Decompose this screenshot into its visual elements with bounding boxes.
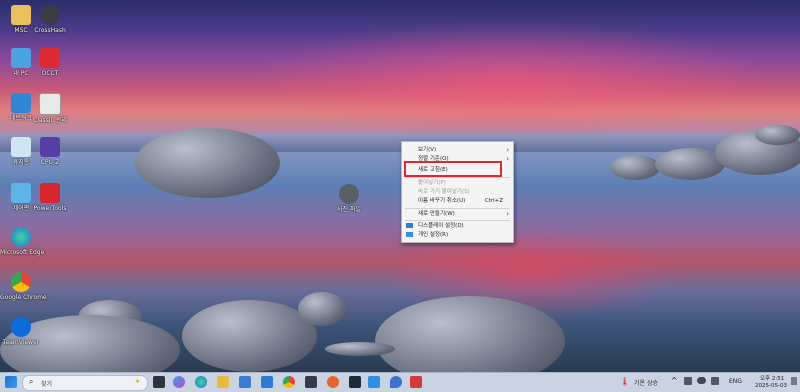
edge-icon xyxy=(11,227,31,247)
search-icon: ⌕ xyxy=(29,377,34,386)
chevron-right-icon: › xyxy=(506,210,509,218)
clock-date[interactable]: 2025-05-03 xyxy=(755,383,787,389)
notification-icon[interactable] xyxy=(791,377,797,385)
chevron-right-icon: › xyxy=(506,155,509,163)
crosshash-icon xyxy=(40,5,60,25)
rock-small xyxy=(298,292,346,326)
rock-right-1 xyxy=(610,155,660,180)
powertools-icon xyxy=(40,183,60,203)
chrome-icon xyxy=(11,272,31,292)
file-explorer-icon[interactable] xyxy=(217,376,229,388)
desktop-icon-teamviewer[interactable]: TeamViewer xyxy=(0,317,42,346)
edge-taskbar-icon[interactable] xyxy=(195,376,207,388)
display-icon xyxy=(406,223,413,228)
weather-text[interactable]: 기온 상승 xyxy=(634,378,658,387)
menu-item-undo-rename[interactable]: 이름 바꾸기 취소(U) Ctrl+Z xyxy=(402,196,513,206)
network-tray-icon[interactable] xyxy=(684,377,692,385)
app-dark-icon[interactable] xyxy=(349,376,361,388)
menu-item-personalize[interactable]: 개인 설정(R) xyxy=(402,230,513,240)
desktop-icon-occt[interactable]: OCCT xyxy=(29,48,71,77)
task-view-icon[interactable] xyxy=(153,376,165,388)
rock-center xyxy=(182,300,317,372)
copilot-icon[interactable] xyxy=(173,376,185,388)
teamviewer-icon xyxy=(11,317,31,337)
desktop-icon-powertools[interactable]: PowerTools xyxy=(29,183,71,212)
app-blue-icon[interactable] xyxy=(368,376,380,388)
store-icon[interactable] xyxy=(239,376,251,388)
cpuz-icon xyxy=(40,137,60,157)
desktop-icon-classic[interactable]: Classic 관리 xyxy=(29,93,71,124)
search-placeholder: 찾기 xyxy=(41,381,53,388)
desktop-file-photo[interactable]: 사진 파일 xyxy=(328,184,370,213)
highlight-box xyxy=(404,161,502,177)
taskbar: ⌕ 찾기 ✦ 🌡 기온 상승 ^ ENG 오후 2:51 2025-05-03 xyxy=(0,372,800,392)
personalize-icon xyxy=(406,232,413,237)
context-menu: 보기(V) › 정렬 기준(O) › 새로 고침(E) 붙여넣기(P) 바로 가… xyxy=(401,141,514,243)
desktop-icon-cpuz[interactable]: CPU-Z xyxy=(29,137,71,166)
language-indicator[interactable]: ENG xyxy=(729,378,742,385)
network-icon xyxy=(11,93,31,113)
mail-icon[interactable] xyxy=(261,376,273,388)
search-highlight-icon: ✦ xyxy=(134,377,141,386)
windows-start-icon[interactable] xyxy=(5,376,17,388)
menu-item-new[interactable]: 새로 만들기(W) › xyxy=(402,209,513,219)
recycle-bin-icon xyxy=(11,137,31,157)
rock-flat xyxy=(325,342,395,356)
classic-manager-icon xyxy=(39,93,61,115)
weather-icon[interactable]: 🌡 xyxy=(620,377,630,386)
rock-right-4 xyxy=(755,125,800,145)
cloud-tray-icon[interactable] xyxy=(697,377,706,384)
clock-time[interactable]: 오후 2:51 xyxy=(760,374,784,382)
terminal-icon[interactable] xyxy=(305,376,317,388)
camera-icon xyxy=(339,184,359,204)
tray-chevron-icon[interactable]: ^ xyxy=(671,376,678,385)
rock-island xyxy=(135,128,280,198)
user-folder-icon xyxy=(11,5,31,25)
speaker-tray-icon[interactable] xyxy=(711,377,719,385)
desktop-icon-edge[interactable]: Microsoft Edge xyxy=(0,227,44,256)
app-orange-icon[interactable] xyxy=(327,376,339,388)
chrome-taskbar-icon[interactable] xyxy=(283,376,295,388)
app-drop-icon[interactable] xyxy=(390,376,402,388)
search-box[interactable]: ⌕ 찾기 ✦ xyxy=(22,375,148,391)
control-panel-icon xyxy=(11,183,31,203)
desktop-icon-chrome[interactable]: Google Chrome xyxy=(0,272,47,301)
desktop-wallpaper[interactable]: MSC 내 PC 네트워크 휴지통 제어판 Microsoft Edge Goo… xyxy=(0,0,800,372)
app-red-icon[interactable] xyxy=(410,376,422,388)
occt-icon xyxy=(40,48,60,68)
desktop-icon-crosshash[interactable]: CrossHash xyxy=(29,5,71,34)
computer-icon xyxy=(11,48,31,68)
